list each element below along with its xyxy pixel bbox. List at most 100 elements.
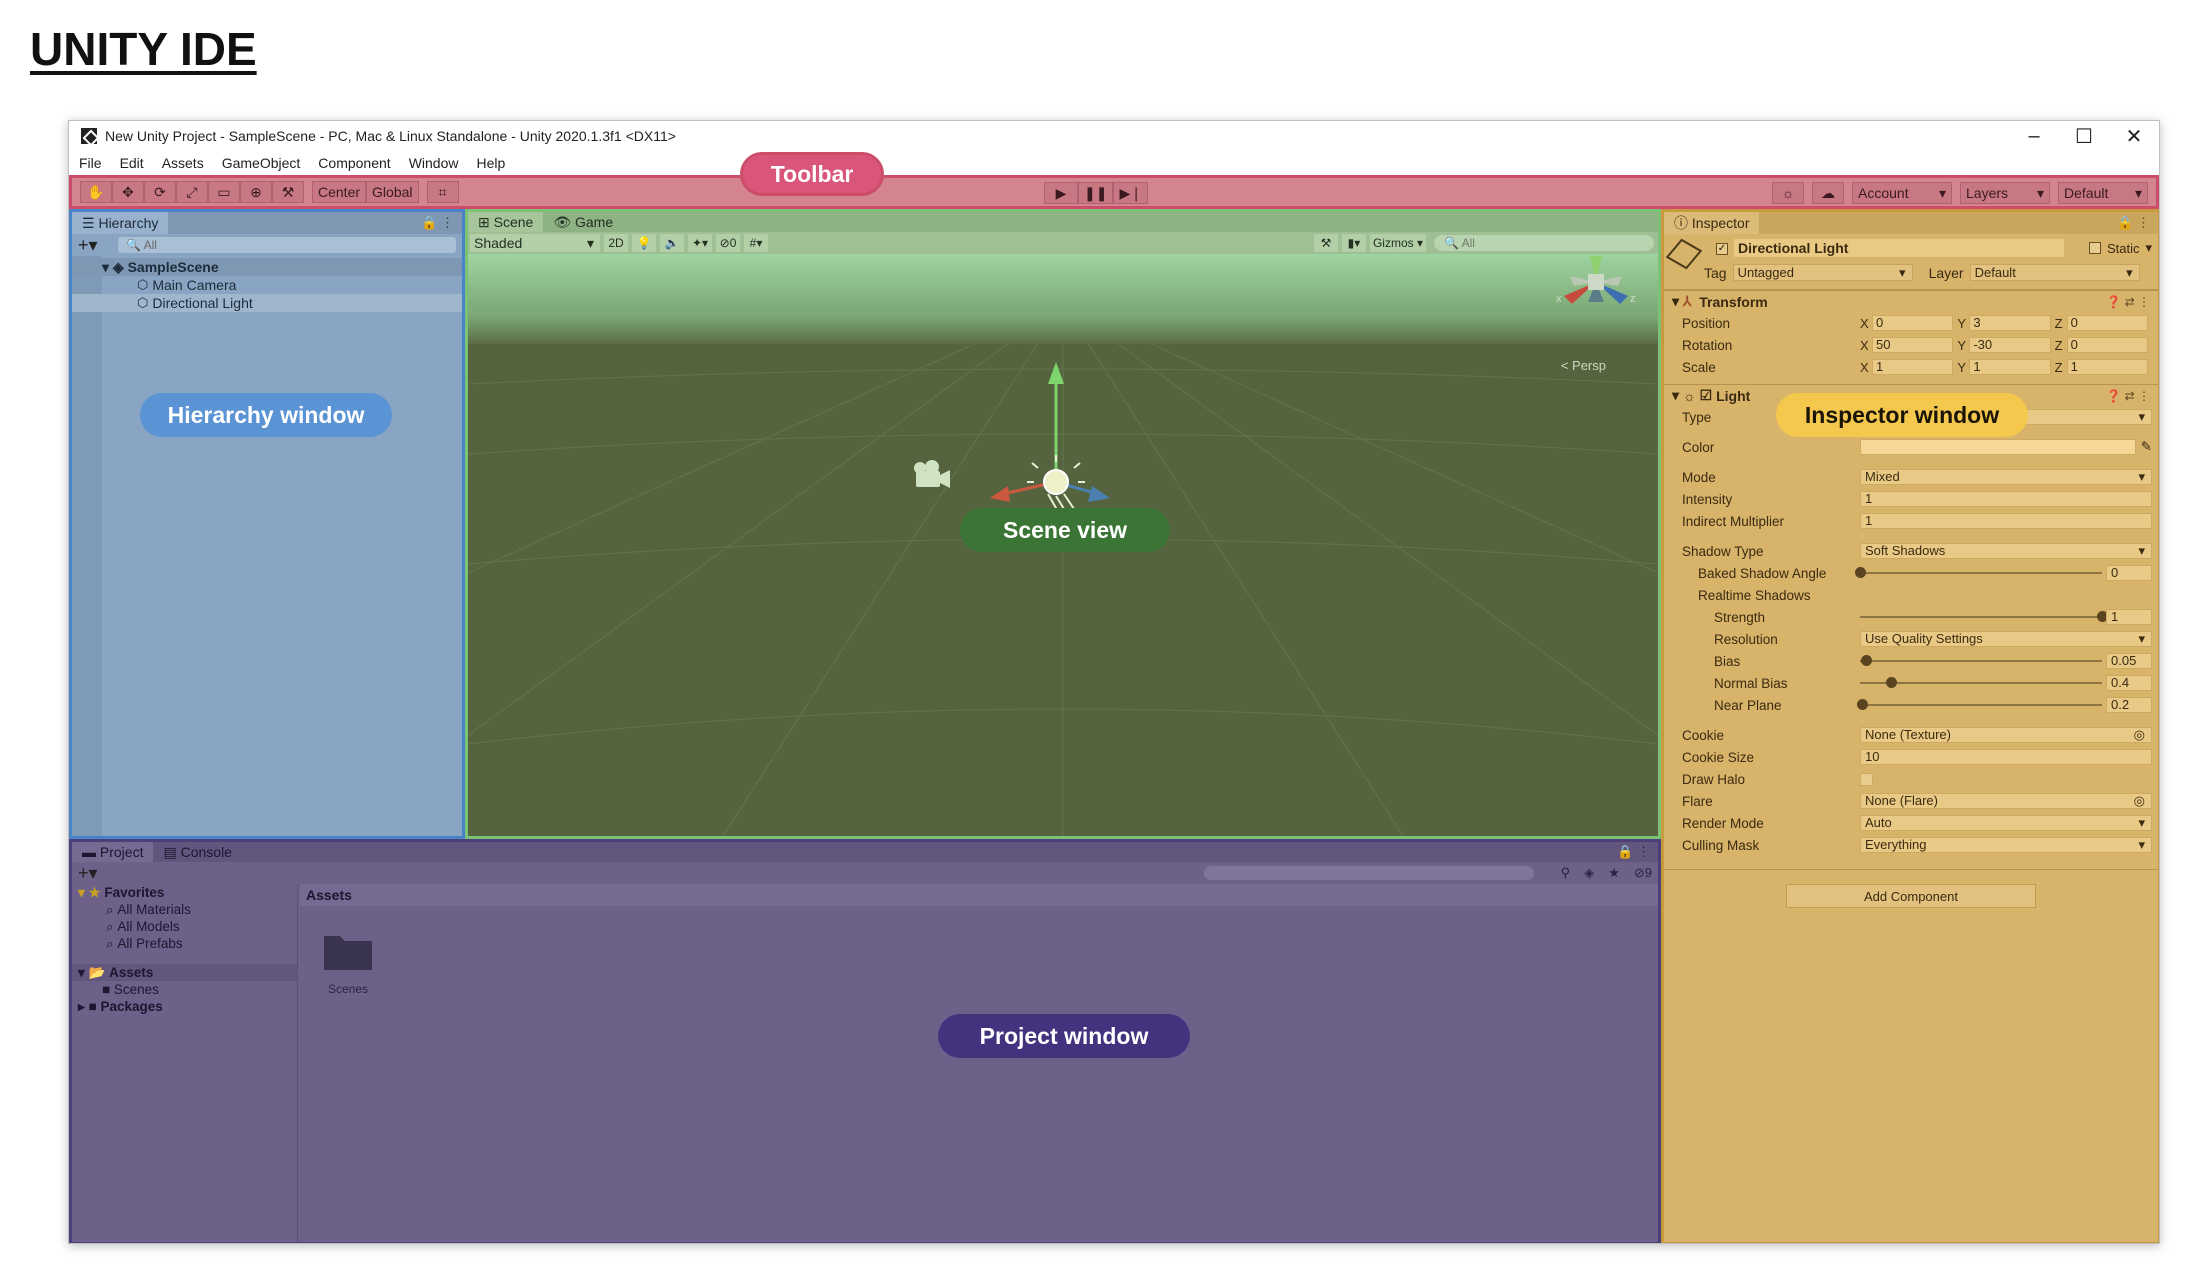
move-tool-icon[interactable]: ✥ [112,181,144,203]
main-camera-gizmo[interactable] [914,460,950,488]
menu-gameobject[interactable]: GameObject [222,155,301,171]
step-icon[interactable]: ▶❘ [1113,182,1148,204]
pause-icon[interactable]: ❚❚ [1078,182,1114,204]
cookie-size-field[interactable]: 10 [1860,749,2152,765]
culling-mask-dropdown[interactable]: Everything ▾ [1860,837,2152,853]
indirect-field[interactable]: 1 [1860,513,2152,529]
play-icon[interactable]: ▶ [1044,182,1078,204]
component-menu-icon[interactable]: ❓ ⇄ ⋮ [2106,295,2150,309]
light-enabled-checkbox[interactable]: ☑ [1700,387,1713,404]
favorite-item[interactable]: ⌕ All Prefabs [72,935,297,952]
strength-slider[interactable] [1860,611,2108,622]
pivot-center-button[interactable]: Center [312,181,367,203]
tab-inspector[interactable]: ⓘ Inspector [1664,212,1760,234]
scale-y-field[interactable]: 1 [1969,359,2051,375]
scenes-folder-row[interactable]: ■ Scenes [72,981,297,998]
grid-snap-icon[interactable]: ⌗ [426,181,459,203]
favorites-row[interactable]: ▾ ★ Favorites [72,884,297,901]
tab-hierarchy[interactable]: ☰ Hierarchy [72,212,169,234]
space-global-button[interactable]: Global [366,181,419,203]
assets-folder-row[interactable]: ▾ 📂 Assets [72,964,297,981]
filter-type-icon[interactable]: ⚲ [1561,865,1571,881]
bias-field[interactable]: 0.05 [2106,653,2152,669]
tab-console[interactable]: ▤ Console [153,842,242,862]
object-picker-icon[interactable]: ◎ [2134,794,2145,808]
static-checkbox[interactable]: Static ▾ [2088,240,2152,256]
near-plane-slider[interactable] [1857,699,2102,710]
color-field[interactable] [1860,439,2136,455]
bias-knob[interactable] [1861,655,1873,666]
active-checkbox[interactable]: ✓ [1716,243,1728,255]
menu-file[interactable]: File [79,155,102,171]
bias-slider[interactable] [1860,655,2102,666]
packages-folder-row[interactable]: ▸ ■ Packages [72,998,297,1015]
scale-tool-icon[interactable]: ⤢ [176,181,208,203]
layout-dropdown[interactable]: Default ▾ [2058,182,2148,204]
position-z-field[interactable]: 0 [2066,315,2148,331]
render-mode-dropdown[interactable]: Auto ▾ [1860,815,2152,831]
project-search-input[interactable] [1204,866,1534,880]
tab-project[interactable]: ▬ Project [72,842,154,862]
flare-field[interactable]: None (Flare) ◎ [1860,793,2152,809]
collab-icon[interactable]: ☼ [1772,182,1804,204]
favorite-icon[interactable]: ★ [1608,865,1620,881]
normal-bias-knob[interactable] [1886,677,1898,688]
layers-dropdown[interactable]: Layers ▾ [1960,182,2050,204]
rotate-tool-icon[interactable]: ⟳ [144,181,176,203]
shadow-type-dropdown[interactable]: Soft Shadows ▾ [1860,543,2152,559]
custom-tool-icon[interactable]: ⚒ [272,181,304,203]
tag-dropdown[interactable]: Untagged ▾ [1732,264,1913,281]
scenes-folder-icon[interactable] [322,930,374,972]
rotation-y-field[interactable]: -30 [1969,337,2051,353]
mode-dropdown[interactable]: Mixed ▾ [1860,469,2152,485]
scenes-folder-label[interactable]: Scenes [318,982,378,996]
rect-tool-icon[interactable]: ▭ [208,181,240,203]
eyedropper-icon[interactable]: ✎ [2141,439,2152,455]
maximize-button[interactable]: ☐ [2059,121,2109,151]
baked-angle-slider[interactable] [1855,567,2102,578]
hierarchy-search-input[interactable]: 🔍 All [118,237,456,253]
transform-component-header[interactable]: ▾ ⅄ Transform ❓ ⇄ ⋮ [1664,290,2158,312]
position-y-field[interactable]: 3 [1969,315,2051,331]
add-component-button[interactable]: Add Component [1786,884,2036,908]
hierarchy-item-directional-light[interactable]: ⬡ Directional Light [72,294,462,312]
lock-icon[interactable]: 🔒 ⋮ [2117,215,2150,231]
hierarchy-item-main-camera[interactable]: ⬡ Main Camera [72,276,462,294]
object-picker-icon[interactable]: ◎ [2134,728,2145,742]
create-button[interactable]: +▾ [78,863,118,884]
cloud-icon[interactable]: ☁ [1812,182,1844,204]
object-name-field[interactable]: Directional Light [1734,239,2064,257]
favorite-item[interactable]: ⌕ All Materials [72,901,297,918]
rotation-x-field[interactable]: 50 [1872,337,1954,353]
create-button[interactable]: +▾ [78,235,118,256]
transform-tool-icon[interactable]: ⊕ [240,181,272,203]
draw-halo-checkbox[interactable] [1860,772,1873,786]
close-button[interactable]: ✕ [2109,121,2159,151]
lock-icon[interactable]: 🔒 ⋮ [421,215,454,231]
lock-icon[interactable]: 🔒 ⋮ [1617,844,1650,860]
minimize-button[interactable]: – [2009,121,2059,151]
filter-label-icon[interactable]: ◈ [1584,865,1594,881]
menu-help[interactable]: Help [476,155,505,171]
favorite-item[interactable]: ⌕ All Models [72,918,297,935]
resolution-dropdown[interactable]: Use Quality Settings ▾ [1860,631,2152,647]
orientation-gizmo[interactable]: x z [1556,256,1636,305]
menu-component[interactable]: Component [318,155,390,171]
menu-assets[interactable]: Assets [162,155,204,171]
normal-bias-field[interactable]: 0.4 [2106,675,2152,691]
menu-window[interactable]: Window [409,155,459,171]
strength-field[interactable]: 1 [2106,609,2152,625]
hand-tool-icon[interactable]: ✋ [80,181,112,203]
baked-angle-knob[interactable] [1855,567,1866,578]
baked-angle-field[interactable]: 0 [2106,565,2152,581]
menu-edit[interactable]: Edit [120,155,144,171]
directional-light-gizmo[interactable] [990,362,1110,523]
cookie-field[interactable]: None (Texture) ◎ [1860,727,2152,743]
component-menu-icon[interactable]: ❓ ⇄ ⋮ [2106,389,2150,403]
scale-z-field[interactable]: 1 [2066,359,2148,375]
rotation-z-field[interactable]: 0 [2066,337,2148,353]
scale-x-field[interactable]: 1 [1872,359,1954,375]
hidden-packages-icon[interactable]: ⊘9 [1634,865,1652,881]
layer-dropdown[interactable]: Default ▾ [1969,264,2140,281]
near-plane-knob[interactable] [1857,699,1869,710]
